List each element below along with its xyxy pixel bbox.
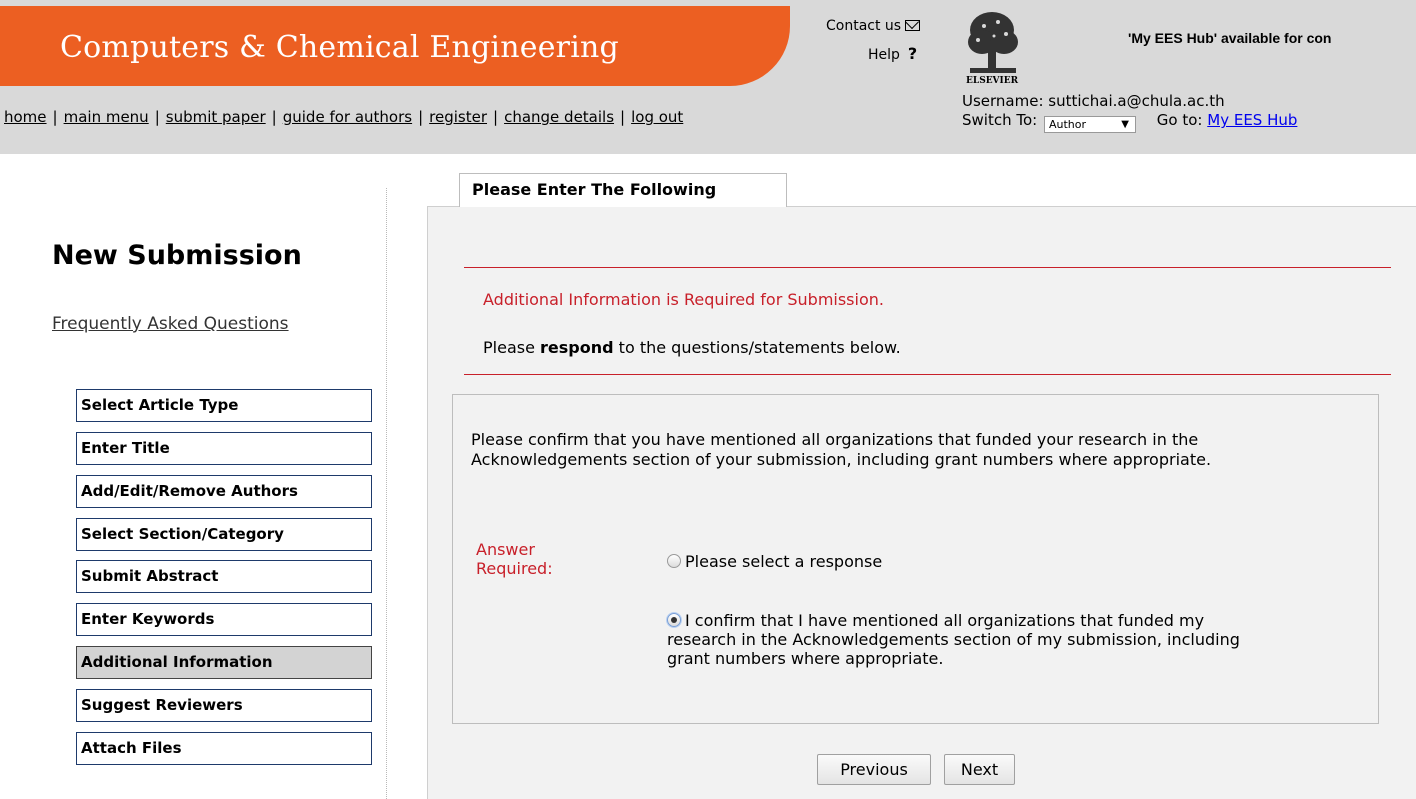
- previous-button[interactable]: Previous: [817, 754, 931, 785]
- nav-link-register[interactable]: register: [429, 108, 487, 126]
- tab-please-enter-the-following: Please Enter The Following: [459, 173, 787, 207]
- option-confirm[interactable]: I confirm that I have mentioned all orga…: [667, 611, 1267, 668]
- contact-us-link[interactable]: Contact us: [826, 18, 921, 34]
- nav-separator: |: [271, 108, 277, 126]
- respond-instruction: Please respond to the questions/statemen…: [483, 338, 901, 357]
- nav-link-log-out[interactable]: log out: [631, 108, 683, 126]
- hub-notice: 'My EES Hub' available for con: [1128, 30, 1332, 46]
- step-select-article-type[interactable]: Select Article Type: [76, 389, 372, 422]
- question-text: Please confirm that you have mentioned a…: [471, 430, 1212, 469]
- help-link[interactable]: Help?: [868, 44, 917, 63]
- question-mark-icon[interactable]: ?: [908, 44, 917, 63]
- role-select-value: Author: [1049, 118, 1087, 131]
- respond-bold: respond: [540, 338, 614, 357]
- step-submit-abstract[interactable]: Submit Abstract: [76, 560, 372, 593]
- option-select-response[interactable]: Please select a response: [667, 552, 882, 571]
- nav-link-change-details[interactable]: change details: [504, 108, 614, 126]
- nav-link-guide-for-authors[interactable]: guide for authors: [283, 108, 412, 126]
- help-label[interactable]: Help: [868, 47, 900, 63]
- top-navigation: home | main menu | submit paper | guide for au…: [4, 108, 683, 126]
- switch-to-label: Switch To:: [962, 111, 1038, 129]
- envelope-icon[interactable]: [905, 20, 921, 31]
- option-2-label[interactable]: I confirm that I have mentioned all orga…: [667, 611, 1240, 668]
- switch-row: Switch To: Author ▼ Go to: My EES Hub: [962, 111, 1297, 133]
- respond-prefix: Please: [483, 338, 541, 357]
- radio-option-2[interactable]: [667, 613, 681, 627]
- answer-required-label: Answer Required:: [476, 540, 586, 578]
- respond-suffix: to the questions/statements below.: [613, 338, 901, 357]
- header: Computers & Chemical Engineering home | ma…: [0, 0, 1416, 154]
- faq-link[interactable]: Frequently Asked Questions: [52, 314, 289, 334]
- answer-label-line2: Required:: [476, 559, 553, 578]
- divider-top: [464, 267, 1391, 268]
- radio-option-1[interactable]: [667, 554, 681, 568]
- step-enter-keywords[interactable]: Enter Keywords: [76, 603, 372, 636]
- nav-separator: |: [418, 108, 424, 126]
- nav-separator: |: [493, 108, 499, 126]
- page-title: New Submission: [52, 240, 302, 271]
- required-message: Additional Information is Required for S…: [483, 290, 884, 309]
- nav-link-main-menu[interactable]: main menu: [64, 108, 149, 126]
- nav-link-submit-paper[interactable]: submit paper: [166, 108, 266, 126]
- option-1-label[interactable]: Please select a response: [685, 552, 882, 571]
- elsevier-wordmark: ELSEVIER: [966, 76, 1019, 86]
- goto-group: Go to: My EES Hub: [1157, 111, 1298, 129]
- nav-link-home[interactable]: home: [4, 108, 47, 126]
- step-add-edit-remove-authors[interactable]: Add/Edit/Remove Authors: [76, 475, 372, 508]
- step-attach-files[interactable]: Attach Files: [76, 732, 372, 765]
- role-select[interactable]: Author ▼: [1044, 116, 1136, 133]
- contact-us-label[interactable]: Contact us: [826, 18, 901, 34]
- answer-label-line1: Answer: [476, 540, 535, 559]
- my-ees-hub-link[interactable]: My EES Hub: [1207, 111, 1297, 129]
- dropdown-arrow-icon[interactable]: ▼: [1121, 117, 1129, 133]
- step-enter-title[interactable]: Enter Title: [76, 432, 372, 465]
- username-display: Username: suttichai.a@chula.ac.th: [962, 92, 1225, 110]
- nav-separator: |: [154, 108, 160, 126]
- nav-separator: |: [620, 108, 626, 126]
- step-additional-information[interactable]: Additional Information: [76, 646, 372, 679]
- step-suggest-reviewers[interactable]: Suggest Reviewers: [76, 689, 372, 722]
- divider-bottom: [464, 374, 1391, 375]
- goto-label: Go to:: [1156, 111, 1203, 129]
- step-select-section-category[interactable]: Select Section/Category: [76, 518, 372, 551]
- next-button[interactable]: Next: [944, 754, 1015, 785]
- sidebar-divider: [386, 188, 387, 799]
- journal-title: Computers & Chemical Engineering: [60, 30, 619, 65]
- nav-separator: |: [52, 108, 58, 126]
